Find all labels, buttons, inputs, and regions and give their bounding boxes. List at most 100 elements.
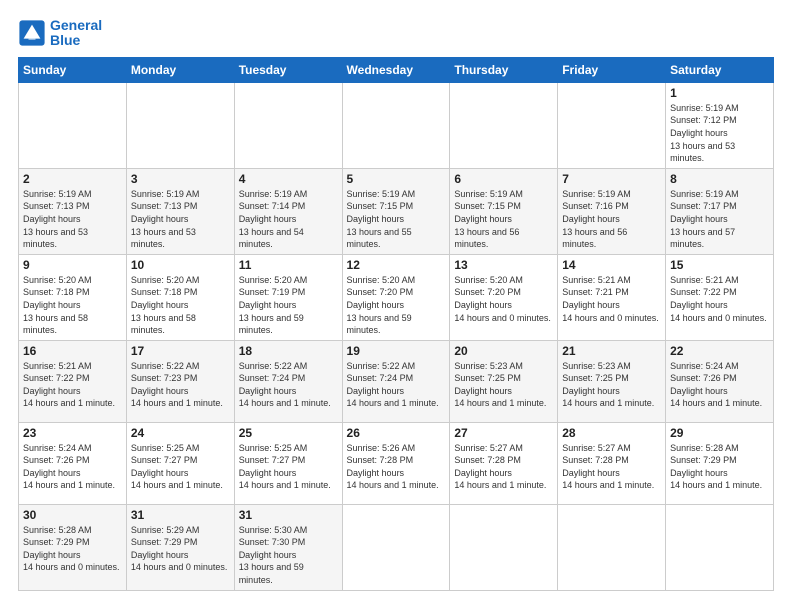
- col-header-friday: Friday: [558, 57, 666, 82]
- calendar-week-row: 23Sunrise: 5:24 AMSunset: 7:26 PMDayligh…: [19, 422, 774, 504]
- day-info: Sunrise: 5:20 AMSunset: 7:18 PMDaylight …: [23, 275, 92, 335]
- calendar-cell: [19, 82, 127, 168]
- calendar-cell: 1 Sunrise: 5:19 AMSunset: 7:12 PMDaylight…: [666, 82, 774, 168]
- calendar-cell: 5 Sunrise: 5:19 AMSunset: 7:15 PMDaylight…: [342, 168, 450, 254]
- calendar-cell: 26 Sunrise: 5:26 AMSunset: 7:28 PMDayligh…: [342, 422, 450, 504]
- page-header: General Blue: [18, 18, 774, 49]
- col-header-thursday: Thursday: [450, 57, 558, 82]
- day-info: Sunrise: 5:23 AMSunset: 7:25 PMDaylight …: [454, 361, 546, 409]
- day-number: 12: [347, 258, 446, 272]
- calendar-cell: [450, 504, 558, 590]
- calendar-header-row: SundayMondayTuesdayWednesdayThursdayFrid…: [19, 57, 774, 82]
- calendar-cell: [342, 82, 450, 168]
- day-info: Sunrise: 5:19 AMSunset: 7:14 PMDaylight …: [239, 189, 308, 249]
- day-number: 5: [347, 172, 446, 186]
- day-number: 18: [239, 344, 338, 358]
- col-header-monday: Monday: [126, 57, 234, 82]
- calendar-cell: 31Sunrise: 5:30 AMSunset: 7:30 PMDayligh…: [234, 504, 342, 590]
- day-info: Sunrise: 5:19 AMSunset: 7:12 PMDaylight …: [670, 103, 739, 163]
- calendar-cell: [558, 504, 666, 590]
- day-number: 1: [670, 86, 769, 100]
- day-number: 27: [454, 426, 553, 440]
- col-header-wednesday: Wednesday: [342, 57, 450, 82]
- day-number: 16: [23, 344, 122, 358]
- calendar-cell: 23Sunrise: 5:24 AMSunset: 7:26 PMDayligh…: [19, 422, 127, 504]
- day-number: 15: [670, 258, 769, 272]
- day-number: 22: [670, 344, 769, 358]
- day-number: 25: [239, 426, 338, 440]
- logo-text: General Blue: [50, 18, 102, 49]
- day-info: Sunrise: 5:28 AMSunset: 7:29 PMDaylight …: [23, 525, 120, 573]
- day-info: Sunrise: 5:22 AMSunset: 7:24 PMDaylight …: [239, 361, 331, 409]
- calendar-cell: 22Sunrise: 5:24 AMSunset: 7:26 PMDayligh…: [666, 340, 774, 422]
- day-info: Sunrise: 5:27 AMSunset: 7:28 PMDaylight …: [562, 443, 654, 491]
- day-number: 21: [562, 344, 661, 358]
- day-number: 29: [670, 426, 769, 440]
- day-number: 26: [347, 426, 446, 440]
- day-number: 24: [131, 426, 230, 440]
- day-info: Sunrise: 5:25 AMSunset: 7:27 PMDaylight …: [239, 443, 331, 491]
- day-info: Sunrise: 5:20 AMSunset: 7:18 PMDaylight …: [131, 275, 200, 335]
- day-number: 11: [239, 258, 338, 272]
- day-number: 6: [454, 172, 553, 186]
- day-info: Sunrise: 5:19 AMSunset: 7:16 PMDaylight …: [562, 189, 631, 249]
- calendar-cell: 8Sunrise: 5:19 AMSunset: 7:17 PMDaylight…: [666, 168, 774, 254]
- calendar-cell: [666, 504, 774, 590]
- calendar-week-row: 16 Sunrise: 5:21 AMSunset: 7:22 PMDayligh…: [19, 340, 774, 422]
- day-number: 2: [23, 172, 122, 186]
- calendar-cell: 4Sunrise: 5:19 AMSunset: 7:14 PMDaylight…: [234, 168, 342, 254]
- day-info: Sunrise: 5:20 AMSunset: 7:20 PMDaylight …: [347, 275, 416, 335]
- day-info: Sunrise: 5:21 AMSunset: 7:22 PMDaylight …: [23, 361, 115, 409]
- calendar-cell: 20 Sunrise: 5:23 AMSunset: 7:25 PMDayligh…: [450, 340, 558, 422]
- day-info: Sunrise: 5:29 AMSunset: 7:29 PMDaylight …: [131, 525, 228, 573]
- calendar-cell: [342, 504, 450, 590]
- day-number: 31: [131, 508, 230, 522]
- day-number: 30: [23, 508, 122, 522]
- calendar-cell: [234, 82, 342, 168]
- calendar-cell: 18 Sunrise: 5:22 AMSunset: 7:24 PMDayligh…: [234, 340, 342, 422]
- day-info: Sunrise: 5:21 AMSunset: 7:21 PMDaylight …: [562, 275, 659, 323]
- col-header-sunday: Sunday: [19, 57, 127, 82]
- calendar-week-row: 1 Sunrise: 5:19 AMSunset: 7:12 PMDaylight…: [19, 82, 774, 168]
- calendar-cell: [450, 82, 558, 168]
- calendar-cell: 29Sunrise: 5:28 AMSunset: 7:29 PMDayligh…: [666, 422, 774, 504]
- day-number: 14: [562, 258, 661, 272]
- calendar-cell: 10Sunrise: 5:20 AMSunset: 7:18 PMDayligh…: [126, 254, 234, 340]
- day-number: 17: [131, 344, 230, 358]
- day-number: 19: [347, 344, 446, 358]
- day-info: Sunrise: 5:23 AMSunset: 7:25 PMDaylight …: [562, 361, 654, 409]
- calendar-cell: 9 Sunrise: 5:20 AMSunset: 7:18 PMDaylight…: [19, 254, 127, 340]
- calendar-cell: 12 Sunrise: 5:20 AMSunset: 7:20 PMDayligh…: [342, 254, 450, 340]
- day-info: Sunrise: 5:27 AMSunset: 7:28 PMDaylight …: [454, 443, 546, 491]
- day-number: 13: [454, 258, 553, 272]
- calendar-page: General Blue SundayMondayTuesdayWednesda…: [0, 0, 792, 612]
- calendar-cell: 11 Sunrise: 5:20 AMSunset: 7:19 PMDayligh…: [234, 254, 342, 340]
- calendar-cell: 14 Sunrise: 5:21 AMSunset: 7:21 PMDayligh…: [558, 254, 666, 340]
- logo-icon: [18, 19, 46, 47]
- calendar-cell: 2 Sunrise: 5:19 AMSunset: 7:13 PMDaylight…: [19, 168, 127, 254]
- calendar-cell: 6Sunrise: 5:19 AMSunset: 7:15 PMDaylight…: [450, 168, 558, 254]
- col-header-tuesday: Tuesday: [234, 57, 342, 82]
- day-info: Sunrise: 5:20 AMSunset: 7:20 PMDaylight …: [454, 275, 551, 323]
- calendar-cell: 31 Sunrise: 5:29 AMSunset: 7:29 PMDayligh…: [126, 504, 234, 590]
- day-info: Sunrise: 5:19 AMSunset: 7:13 PMDaylight …: [23, 189, 92, 249]
- day-info: Sunrise: 5:19 AMSunset: 7:15 PMDaylight …: [347, 189, 416, 249]
- calendar-table: SundayMondayTuesdayWednesdayThursdayFrid…: [18, 57, 774, 591]
- calendar-cell: 17 Sunrise: 5:22 AMSunset: 7:23 PMDayligh…: [126, 340, 234, 422]
- calendar-cell: 21 Sunrise: 5:23 AMSunset: 7:25 PMDayligh…: [558, 340, 666, 422]
- day-number: 20: [454, 344, 553, 358]
- calendar-cell: 13 Sunrise: 5:20 AMSunset: 7:20 PMDayligh…: [450, 254, 558, 340]
- day-number: 28: [562, 426, 661, 440]
- day-info: Sunrise: 5:26 AMSunset: 7:28 PMDaylight …: [347, 443, 439, 491]
- col-header-saturday: Saturday: [666, 57, 774, 82]
- day-info: Sunrise: 5:24 AMSunset: 7:26 PMDaylight …: [23, 443, 115, 491]
- day-info: Sunrise: 5:30 AMSunset: 7:30 PMDaylight …: [239, 525, 308, 585]
- day-info: Sunrise: 5:19 AMSunset: 7:17 PMDaylight …: [670, 189, 739, 249]
- day-number: 3: [131, 172, 230, 186]
- calendar-cell: 24Sunrise: 5:25 AMSunset: 7:27 PMDayligh…: [126, 422, 234, 504]
- day-info: Sunrise: 5:20 AMSunset: 7:19 PMDaylight …: [239, 275, 308, 335]
- day-number: 9: [23, 258, 122, 272]
- calendar-week-row: 9 Sunrise: 5:20 AMSunset: 7:18 PMDaylight…: [19, 254, 774, 340]
- day-info: Sunrise: 5:22 AMSunset: 7:23 PMDaylight …: [131, 361, 223, 409]
- calendar-cell: 3Sunrise: 5:19 AMSunset: 7:13 PMDaylight…: [126, 168, 234, 254]
